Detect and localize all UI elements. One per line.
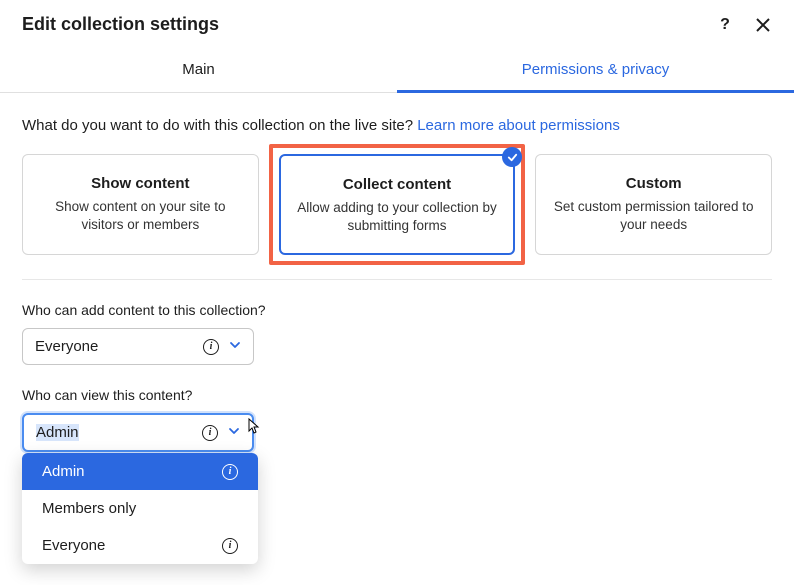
- option-members-only[interactable]: Members only: [22, 490, 258, 527]
- card-title: Collect content: [297, 176, 498, 193]
- option-label: Everyone: [42, 537, 105, 554]
- info-icon[interactable]: i: [222, 538, 238, 554]
- learn-more-link[interactable]: Learn more about permissions: [417, 117, 620, 134]
- info-icon[interactable]: i: [202, 425, 218, 441]
- view-content-label: Who can view this content?: [22, 387, 772, 403]
- question-text: What do you want to do with this collect…: [22, 117, 417, 134]
- highlight-frame: Collect content Allow adding to your col…: [269, 144, 526, 265]
- select-value: Admin: [36, 424, 79, 441]
- view-content-select[interactable]: Admin i Admin i Members only Everyone i: [22, 413, 254, 452]
- card-title: Custom: [552, 175, 755, 192]
- card-title: Show content: [39, 175, 242, 192]
- card-desc: Allow adding to your collection by submi…: [297, 199, 498, 235]
- cursor-pointer-icon: [244, 417, 262, 438]
- option-everyone[interactable]: Everyone i: [22, 527, 258, 564]
- card-custom[interactable]: Custom Set custom permission tailored to…: [535, 154, 772, 255]
- card-collect-content[interactable]: Collect content Allow adding to your col…: [279, 154, 516, 255]
- card-show-content[interactable]: Show content Show content on your site t…: [22, 154, 259, 255]
- selected-check-icon: [502, 147, 522, 167]
- permission-question: What do you want to do with this collect…: [22, 117, 772, 134]
- tab-permissions[interactable]: Permissions & privacy: [397, 47, 794, 92]
- option-label: Admin: [42, 463, 85, 480]
- info-icon[interactable]: i: [222, 464, 238, 480]
- info-icon[interactable]: i: [203, 339, 219, 355]
- option-admin[interactable]: Admin i: [22, 453, 258, 490]
- help-icon[interactable]: ?: [716, 16, 734, 34]
- add-content-select[interactable]: Everyone i: [22, 328, 254, 365]
- close-icon[interactable]: [754, 16, 772, 34]
- view-content-dropdown: Admin i Members only Everyone i: [22, 453, 258, 564]
- dialog-title: Edit collection settings: [22, 14, 219, 35]
- select-value: Everyone: [35, 338, 98, 355]
- chevron-down-icon: [228, 424, 240, 441]
- chevron-down-icon: [229, 338, 241, 355]
- option-label: Members only: [42, 500, 136, 517]
- card-desc: Set custom permission tailored to your n…: [552, 198, 755, 234]
- add-content-label: Who can add content to this collection?: [22, 302, 772, 318]
- card-desc: Show content on your site to visitors or…: [39, 198, 242, 234]
- tab-main[interactable]: Main: [0, 47, 397, 92]
